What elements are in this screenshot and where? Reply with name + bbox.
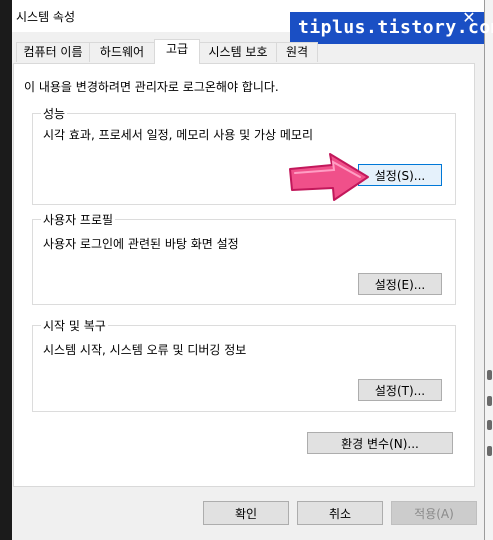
window-title: 시스템 속성: [16, 10, 76, 24]
user-profiles-group-title: 사용자 프로필: [41, 211, 116, 228]
tab-hardware[interactable]: 하드웨어: [89, 42, 155, 62]
apply-button[interactable]: 적용(A): [391, 501, 477, 525]
startup-recovery-description: 시스템 시작, 시스템 오류 및 디버깅 정보: [43, 343, 247, 357]
user-profiles-group: 사용자 프로필 사용자 로그인에 관련된 바탕 화면 설정 설정(E)...: [32, 211, 456, 305]
ok-button[interactable]: 확인: [203, 501, 289, 525]
background-scroll-mark: [487, 370, 492, 380]
pink-pointer-arrow-icon: [289, 153, 369, 201]
user-profiles-settings-button[interactable]: 설정(E)...: [358, 273, 442, 295]
background-left-edge-overlay: [0, 0, 12, 540]
watermark-banner: tiplus.tistory.com: [290, 12, 493, 44]
tab-advanced[interactable]: 고급: [154, 39, 200, 64]
startup-recovery-group-title: 시작 및 복구: [41, 317, 108, 334]
tab-remote[interactable]: 원격: [276, 42, 318, 62]
performance-description: 시각 효과, 프로세서 일정, 메모리 사용 및 가상 메모리: [43, 128, 313, 142]
background-right-edge: [484, 0, 493, 540]
environment-variables-button[interactable]: 환경 변수(N)...: [307, 432, 453, 454]
tab-computer-name[interactable]: 컴퓨터 이름: [16, 42, 90, 62]
startup-recovery-group: 시작 및 복구 시스템 시작, 시스템 오류 및 디버깅 정보 설정(T)...: [32, 317, 456, 412]
close-icon[interactable]: ✕: [458, 8, 480, 28]
user-profiles-description: 사용자 로그인에 관련된 바탕 화면 설정: [43, 237, 239, 251]
admin-notice: 이 내용을 변경하려면 관리자로 로그온해야 합니다.: [24, 80, 279, 94]
startup-recovery-settings-button[interactable]: 설정(T)...: [358, 379, 442, 401]
tab-system-protection[interactable]: 시스템 보호: [199, 42, 277, 62]
cancel-button[interactable]: 취소: [297, 501, 383, 525]
background-scroll-mark: [487, 420, 492, 430]
system-properties-dialog: 시스템 속성 tiplus.tistory.com ✕ 컴퓨터 이름 하드웨어 …: [0, 0, 493, 540]
background-scroll-mark: [487, 446, 492, 456]
background-scroll-mark: [487, 396, 492, 406]
performance-group-title: 성능: [41, 105, 68, 122]
performance-group: 성능 시각 효과, 프로세서 일정, 메모리 사용 및 가상 메모리 설정(S)…: [32, 105, 456, 205]
